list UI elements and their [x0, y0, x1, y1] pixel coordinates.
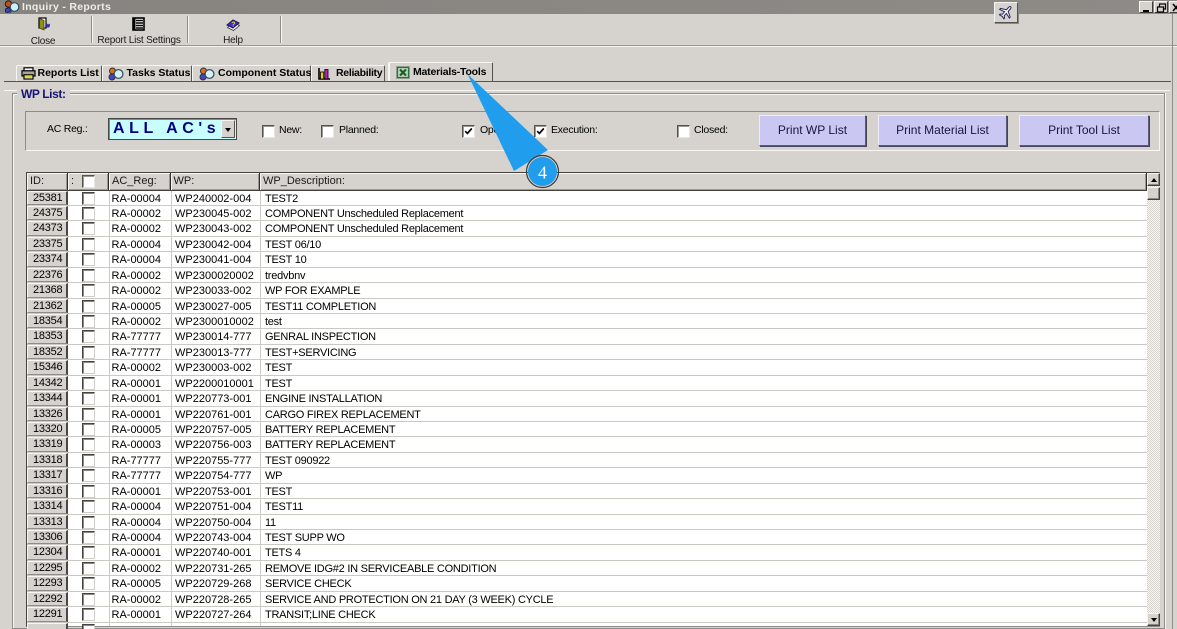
svg-text:4: 4: [538, 163, 547, 183]
